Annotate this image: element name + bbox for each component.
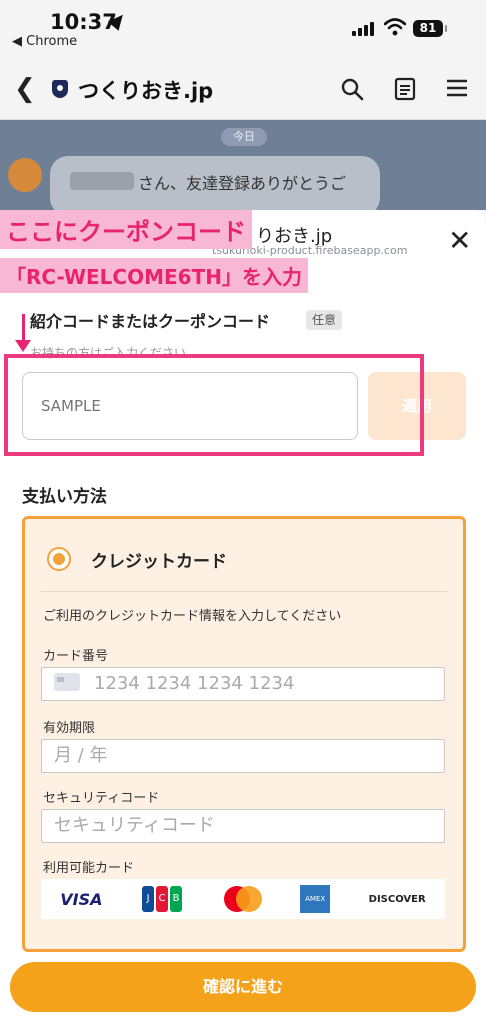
optional-badge: 任意	[306, 310, 342, 330]
card-number-field[interactable]: 1234 1234 1234 1234	[41, 667, 445, 701]
close-icon[interactable]: ✕	[448, 224, 471, 257]
annotation-arrow-head-icon	[15, 340, 31, 352]
cellular-signal-icon	[352, 20, 376, 36]
clock: 10:37	[50, 10, 117, 34]
credit-card-panel: クレジットカード ご利用のクレジットカード情報を入力してください カード番号 1…	[22, 516, 466, 952]
annotation-highlight-box	[4, 354, 424, 456]
site-title: つくりおき.jp	[78, 79, 214, 103]
credit-card-radio[interactable]	[47, 547, 71, 571]
expiry-label: 有効期限	[43, 721, 96, 736]
expiry-placeholder: 月 / 年	[54, 745, 108, 766]
chat-message: さん、友達登録ありがとうご	[138, 174, 347, 193]
payment-sheet: くりおき.jp tsukurioki-product.firebaseapp.c…	[0, 210, 486, 1024]
cvc-placeholder: セキュリティコード	[54, 815, 215, 836]
wifi-icon	[384, 18, 406, 36]
brands-label: 利用可能カード	[43, 861, 135, 876]
battery-icon: 81	[413, 20, 447, 37]
expiry-field[interactable]: 月 / 年	[41, 739, 445, 773]
site-shield-icon	[52, 80, 68, 98]
chevron-left-icon[interactable]: ❮	[14, 74, 36, 104]
divider	[41, 591, 447, 592]
credit-card-icon	[54, 673, 80, 691]
confirm-button[interactable]: 確認に進む	[10, 962, 476, 1012]
discover-logo-icon: DISCOVER	[368, 893, 426, 905]
card-brands: VISA JCB AMEX DISCOVER	[41, 879, 445, 919]
menu-icon[interactable]	[446, 78, 468, 98]
card-number-placeholder: 1234 1234 1234 1234	[94, 673, 295, 694]
cvc-label: セキュリティコード	[43, 791, 160, 806]
back-to-app-link[interactable]: ◀ Chrome	[12, 34, 77, 49]
date-badge: 今日	[221, 128, 267, 146]
search-icon[interactable]	[340, 77, 364, 101]
amex-logo-icon: AMEX	[300, 885, 331, 913]
chat-background: 今日 さん、友達登録ありがとうご	[0, 120, 486, 216]
card-number-label: カード番号	[43, 649, 109, 664]
status-bar: 10:37 ◀ Chrome 81	[0, 0, 486, 58]
mastercard-logo-icon	[222, 886, 262, 912]
blurred-name	[70, 172, 134, 190]
reader-icon[interactable]	[394, 77, 416, 101]
card-instructions: ご利用のクレジットカード情報を入力してください	[43, 609, 342, 624]
jcb-logo-icon: JCB	[141, 886, 183, 912]
credit-card-label[interactable]: クレジットカード	[91, 547, 227, 572]
annotation-line-2: 「RC-WELCOME6TH」を入力	[0, 258, 308, 293]
payment-method-title: 支払い方法	[22, 487, 107, 507]
coupon-label: 紹介コードまたはクーポンコード	[30, 312, 271, 331]
cvc-field[interactable]: セキュリティコード	[41, 809, 445, 843]
annotation-line-1: ここにクーポンコード	[0, 210, 252, 249]
avatar	[8, 158, 42, 192]
browser-header: ❮ つくりおき.jp	[0, 58, 486, 120]
visa-logo-icon: VISA	[60, 889, 103, 909]
